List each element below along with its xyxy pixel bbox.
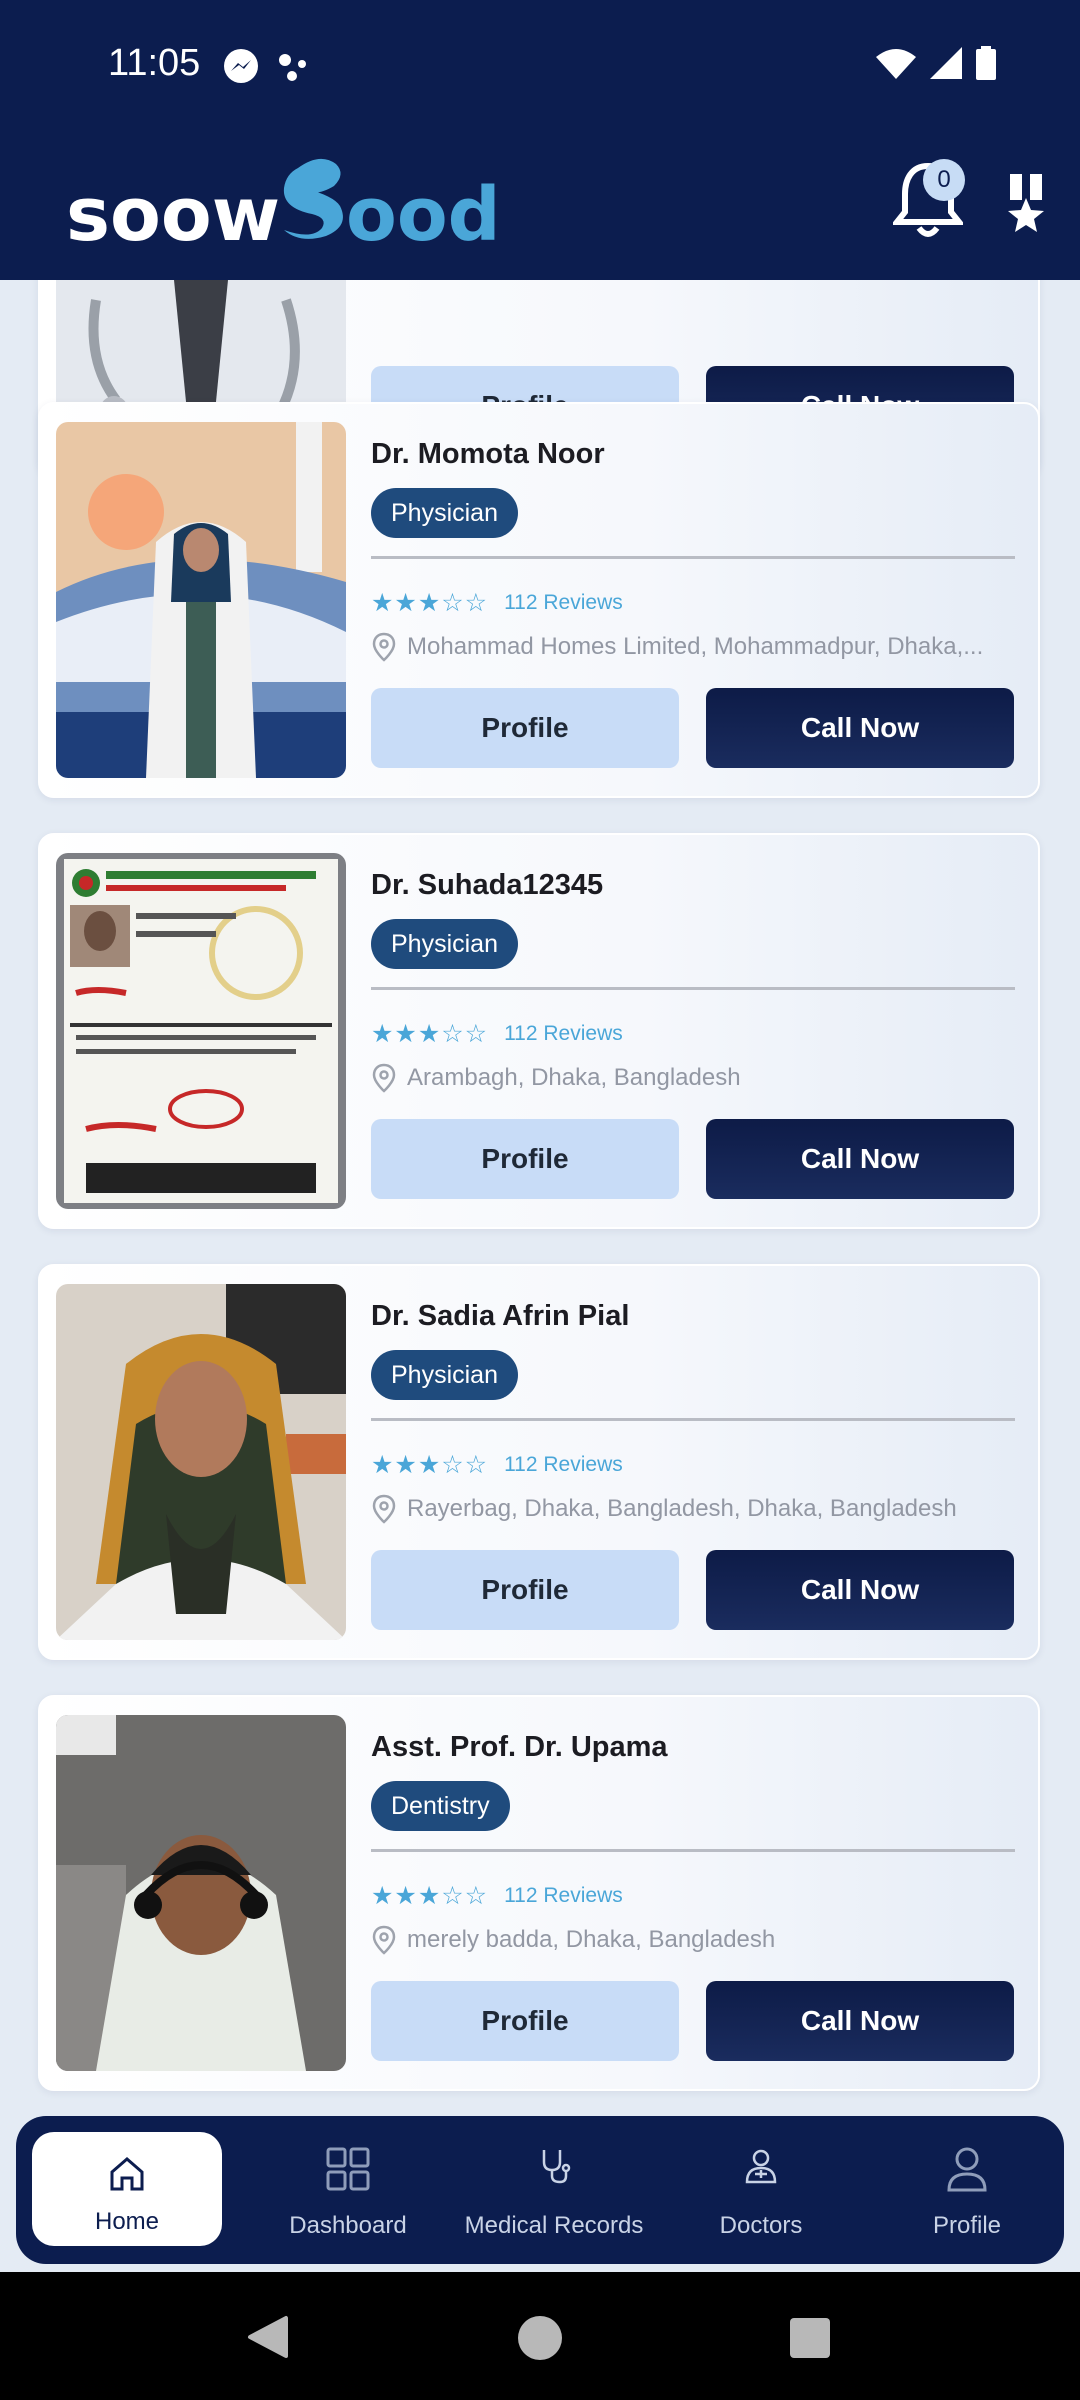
nav-dashboard[interactable]: Dashboard: [245, 2116, 451, 2264]
star-rating: ★★★☆☆: [371, 1451, 489, 1479]
app-header: soow ood 0: [0, 130, 1080, 280]
reviews-count: 112 Reviews: [504, 1453, 623, 1476]
doctor-list[interactable]: Profile Call Now Dr. Momota Noor Physici…: [0, 280, 1080, 2115]
divider: [371, 556, 1015, 559]
nav-label: Doctors: [719, 2212, 803, 2239]
nav-profile[interactable]: Profile: [864, 2116, 1070, 2264]
specialty-badge: Physician: [371, 1350, 518, 1400]
location-row: Mohammad Homes Limited, Mohammadpur, Dha…: [371, 632, 1021, 662]
divider: [371, 1849, 1015, 1852]
star-rating: ★★★☆☆: [371, 1882, 489, 1910]
recents-icon[interactable]: [788, 2316, 832, 2360]
svg-text:ood: ood: [346, 172, 501, 258]
star-rating: ★★★☆☆: [371, 589, 489, 617]
doctor-name: Dr. Sadia Afrin Pial: [371, 1300, 630, 1332]
doctor-photo: [56, 1715, 346, 2071]
doctor-card[interactable]: Asst. Prof. Dr. Upama Dentistry ★★★☆☆ 11…: [38, 1695, 1040, 2091]
status-time: 11:05: [108, 42, 201, 84]
location-row: Rayerbag, Dhaka, Bangladesh, Dhaka, Bang…: [371, 1494, 1021, 1524]
location-text: merely badda, Dhaka, Bangladesh: [407, 1926, 776, 1953]
soowgood-logo: soow ood: [66, 150, 506, 265]
nav-label: Medical Records: [464, 2212, 644, 2239]
status-bar: 11:05: [0, 0, 1080, 130]
nav-medical-records[interactable]: Medical Records: [451, 2116, 657, 2264]
rating-row: ★★★☆☆ 112 Reviews: [371, 1450, 623, 1480]
profile-button[interactable]: Profile: [371, 1550, 679, 1630]
dots-icon: [279, 54, 306, 81]
nav-doctors[interactable]: Doctors: [658, 2116, 864, 2264]
battery-icon: [976, 46, 996, 80]
doctor-icon: [745, 2149, 777, 2184]
system-navigation-bar: [0, 2272, 1080, 2400]
bottom-nav: Home Dashboard Medical Records Doctors P…: [16, 2116, 1064, 2264]
call-now-button[interactable]: Call Now: [706, 688, 1014, 768]
call-now-button[interactable]: Call Now: [706, 1981, 1014, 2061]
call-now-button[interactable]: Call Now: [706, 1550, 1014, 1630]
doctor-name: Dr. Momota Noor: [371, 438, 605, 470]
svg-text:soow: soow: [66, 172, 280, 258]
star-rating: ★★★☆☆: [371, 1020, 489, 1048]
nav-home[interactable]: Home: [32, 2132, 222, 2246]
nav-label: Home: [94, 2208, 160, 2235]
award-icon[interactable]: [1000, 174, 1052, 236]
location-row: Arambagh, Dhaka, Bangladesh: [371, 1063, 1021, 1093]
location-pin-icon: [372, 1063, 396, 1093]
specialty-badge: Dentistry: [371, 1781, 510, 1831]
messenger-icon: [224, 49, 258, 83]
doctor-card[interactable]: Dr. Momota Noor Physician ★★★☆☆ 112 Revi…: [38, 402, 1040, 798]
notification-badge: 0: [923, 159, 965, 201]
doctor-card[interactable]: Dr. Sadia Afrin Pial Physician ★★★☆☆ 112…: [38, 1264, 1040, 1660]
nav-label: Dashboard: [289, 2212, 407, 2239]
divider: [371, 1418, 1015, 1421]
nav-label: Profile: [932, 2212, 1002, 2239]
divider: [371, 987, 1015, 990]
wifi-icon: [876, 49, 916, 79]
stethoscope-icon: [542, 2150, 571, 2184]
location-row: merely badda, Dhaka, Bangladesh: [371, 1925, 1021, 1955]
back-icon[interactable]: [244, 2314, 290, 2360]
location-pin-icon: [372, 1494, 396, 1524]
profile-button[interactable]: Profile: [371, 1119, 679, 1199]
home-circle-icon[interactable]: [516, 2314, 564, 2362]
doctor-photo: [56, 422, 346, 778]
rating-row: ★★★☆☆ 112 Reviews: [371, 1881, 623, 1911]
doctor-card[interactable]: Dr. Suhada12345 Physician ★★★☆☆ 112 Revi…: [38, 833, 1040, 1229]
location-pin-icon: [372, 632, 396, 662]
reviews-count: 112 Reviews: [504, 591, 623, 614]
user-icon: [947, 2147, 987, 2192]
doctor-name: Dr. Suhada12345: [371, 869, 604, 901]
doctor-photo: [56, 1284, 346, 1640]
specialty-badge: Physician: [371, 919, 518, 969]
rating-row: ★★★☆☆ 112 Reviews: [371, 588, 623, 618]
location-text: Rayerbag, Dhaka, Bangladesh, Dhaka, Bang…: [407, 1495, 957, 1522]
location-text: Arambagh, Dhaka, Bangladesh: [407, 1064, 741, 1091]
dashboard-icon: [326, 2147, 370, 2191]
doctor-name: Asst. Prof. Dr. Upama: [371, 1731, 668, 1763]
reviews-count: 112 Reviews: [504, 1884, 623, 1907]
signal-icon: [930, 47, 962, 79]
profile-button[interactable]: Profile: [371, 1981, 679, 2061]
doctor-photo: [56, 853, 346, 1209]
specialty-badge: Physician: [371, 488, 518, 538]
profile-button[interactable]: Profile: [371, 688, 679, 768]
rating-row: ★★★☆☆ 112 Reviews: [371, 1019, 623, 1049]
home-icon: [110, 2157, 144, 2191]
reviews-count: 112 Reviews: [504, 1022, 623, 1045]
call-now-button[interactable]: Call Now: [706, 1119, 1014, 1199]
location-pin-icon: [372, 1925, 396, 1955]
location-text: Mohammad Homes Limited, Mohammadpur, Dha…: [407, 633, 984, 660]
